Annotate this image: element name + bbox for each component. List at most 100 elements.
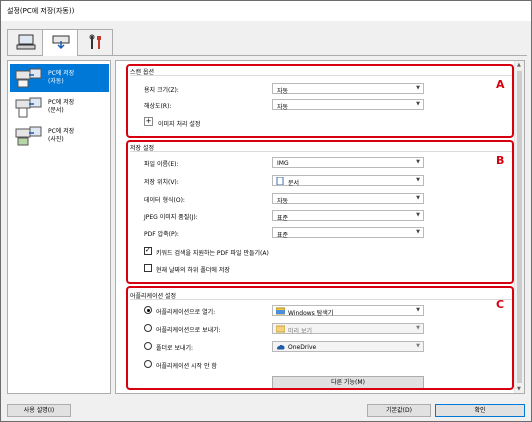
keyword-pdf-row: ✓ 키워드 검색을 지원하는 PDF 파일 만들기(A): [144, 246, 504, 258]
no-app-label[interactable]: 어플리케이션 시작 안 함: [156, 361, 217, 370]
subfolder-row: 현재 날짜의 하위 폴더에 저장: [144, 263, 504, 275]
scan-to-pc-icon: [52, 35, 70, 50]
paper-size-value: 자동: [277, 88, 289, 95]
save-in-label: 저장 위치(V):: [144, 179, 179, 186]
pdf-compression-value: 표준: [277, 232, 289, 239]
open-with-select[interactable]: Windows 탐색기 ▼: [272, 305, 424, 317]
no-app-radio[interactable]: [144, 360, 152, 368]
instructions-button[interactable]: 사용 설명(I): [7, 404, 71, 417]
image-processing-label[interactable]: 이미지 처리 설정: [158, 119, 200, 128]
send-to-folder-value: OneDrive: [288, 344, 317, 351]
sidebar-item-label: PC에 저장 (자동): [48, 70, 75, 85]
keyword-pdf-label[interactable]: 키워드 검색을 지원하는 PDF 파일 만들기(A): [156, 248, 269, 257]
send-to-folder-select[interactable]: OneDrive ▼: [272, 341, 424, 352]
chevron-down-icon: ▼: [416, 229, 420, 235]
tab-scan-from-operation-panel[interactable]: [42, 29, 78, 56]
tab-divider: [7, 55, 527, 56]
chevron-down-icon: ▼: [416, 212, 420, 218]
resolution-select[interactable]: 자동 ▼: [272, 99, 424, 111]
sidebar-item-label: PC에 저장 (문서): [48, 99, 75, 114]
send-to-app-value: 미리 보기: [288, 328, 312, 335]
footer: 사용 설명(I) 기본값(D) 확인: [1, 399, 531, 421]
sidebar-item-save-auto[interactable]: PC에 저장 (자동): [10, 64, 109, 92]
sidebar: PC에 저장 (자동) PC에 저장 (문서) PC에 저장 (사진): [7, 60, 111, 394]
send-to-folder-label[interactable]: 폴더로 보내기:: [156, 343, 193, 352]
send-to-folder-row: 폴더로 보내기: OneDrive ▼: [144, 341, 516, 353]
scan-options-group: 스캔 옵션 용지 크기(Z): 자동 ▼ 해상도(R): 자동 ▼ + 이미지 …: [130, 67, 516, 139]
title-bar: 설정(PC에 저장(자동)): [1, 1, 531, 21]
checkmark-icon: ✓: [145, 246, 151, 254]
send-to-app-label[interactable]: 어플리케이션으로 보내기:: [156, 325, 221, 334]
sidebar-item-save-photo[interactable]: PC에 저장 (사진): [10, 122, 109, 150]
chevron-down-icon: ▼: [416, 307, 420, 313]
onedrive-icon: [277, 344, 285, 350]
data-format-row: 데이터 형식(O): 자동 ▼: [130, 193, 516, 205]
send-to-folder-radio[interactable]: [144, 342, 152, 350]
no-app-row: 어플리케이션 시작 안 함: [144, 359, 516, 371]
settings-window: 설정(PC에 저장(자동)) PC에 저장 (자동) PC에 저장 (문서) P…: [0, 0, 532, 422]
save-in-select[interactable]: 문서 ▼: [272, 175, 424, 187]
group-divider: [130, 151, 516, 152]
data-format-label: 데이터 형식(O):: [144, 197, 185, 204]
scroll-down-icon[interactable]: ▼: [517, 386, 521, 392]
file-name-value: IMG: [277, 160, 289, 167]
save-in-value: 문서: [288, 180, 300, 187]
callout-label-b: B: [496, 154, 505, 167]
file-name-row: 파일 이름(E): IMG ▼: [130, 157, 516, 169]
resolution-label: 해상도(R):: [144, 103, 172, 110]
ok-button[interactable]: 확인: [435, 404, 525, 417]
window-title: 설정(PC에 저장(자동)): [7, 7, 75, 15]
group-divider: [130, 75, 516, 76]
jpeg-quality-row: JPEG 이미지 품질(J): 표준 ▼: [130, 210, 516, 222]
pdf-compression-select[interactable]: 표준 ▼: [272, 227, 424, 239]
jpeg-quality-value: 표준: [277, 215, 289, 222]
data-format-select[interactable]: 자동 ▼: [272, 193, 424, 205]
folder-icon: [276, 325, 285, 333]
radio-selected-dot: [146, 308, 150, 312]
data-format-value: 자동: [277, 198, 289, 205]
chevron-down-icon: ▼: [416, 343, 420, 349]
subfolder-label[interactable]: 현재 날짜의 하위 폴더에 저장: [156, 265, 230, 274]
open-with-label[interactable]: 어플리케이션으로 열기:: [156, 307, 215, 316]
jpeg-quality-label: JPEG 이미지 품질(J):: [144, 214, 198, 221]
sidebar-item-label: PC에 저장 (사진): [48, 128, 75, 143]
image-processing-row: + 이미지 처리 설정: [144, 117, 344, 129]
more-functions-button[interactable]: 다른 기능(M): [272, 376, 424, 389]
paper-size-row: 용지 크기(Z): 자동 ▼: [130, 83, 516, 95]
subfolder-checkbox[interactable]: [144, 264, 152, 272]
scrollbar-thumb[interactable]: [517, 71, 522, 383]
resolution-row: 해상도(R): 자동 ▼: [130, 99, 516, 111]
chevron-down-icon: ▼: [416, 195, 420, 201]
app-settings-group: 어플리케이션 설정 어플리케이션으로 열기: Windows 탐색기 ▼ 어플리…: [130, 291, 516, 391]
chevron-down-icon: ▼: [416, 177, 420, 183]
open-with-value: Windows 탐색기: [288, 310, 334, 317]
send-to-app-select[interactable]: 미리 보기 ▼: [272, 323, 424, 335]
sidebar-item-save-document[interactable]: PC에 저장 (문서): [10, 93, 109, 121]
jpeg-quality-select[interactable]: 표준 ▼: [272, 210, 424, 222]
pdf-compression-row: PDF 압축(P): 표준 ▼: [130, 227, 516, 239]
expand-icon[interactable]: +: [144, 117, 153, 126]
open-with-radio[interactable]: [144, 306, 152, 314]
explorer-icon: [276, 307, 285, 315]
defaults-button[interactable]: 기본값(D): [367, 404, 431, 417]
send-to-app-radio[interactable]: [144, 324, 152, 332]
tab-scan-from-computer[interactable]: [7, 29, 43, 55]
scan-to-pc-document-icon: [15, 97, 42, 118]
paper-size-select[interactable]: 자동 ▼: [272, 83, 424, 95]
send-to-app-row: 어플리케이션으로 보내기: 미리 보기 ▼: [144, 323, 516, 335]
open-with-row: 어플리케이션으로 열기: Windows 탐색기 ▼: [144, 305, 516, 317]
callout-label-a: A: [496, 78, 505, 91]
tools-icon: [89, 34, 101, 49]
keyword-pdf-checkbox[interactable]: ✓: [144, 246, 152, 255]
group-divider: [130, 299, 516, 300]
chevron-down-icon: ▼: [416, 85, 420, 91]
computer-icon: [16, 34, 36, 50]
callout-label-c: C: [496, 298, 505, 311]
save-in-row: 저장 위치(V): 문서 ▼: [130, 175, 516, 187]
document-icon: [276, 177, 284, 185]
scroll-up-icon[interactable]: ▲: [517, 62, 521, 68]
tab-general-settings[interactable]: [77, 29, 113, 55]
scan-to-pc-photo-icon: [15, 126, 42, 146]
vertical-scrollbar[interactable]: ▲ ▼: [514, 61, 524, 393]
file-name-select[interactable]: IMG ▼: [272, 157, 424, 168]
